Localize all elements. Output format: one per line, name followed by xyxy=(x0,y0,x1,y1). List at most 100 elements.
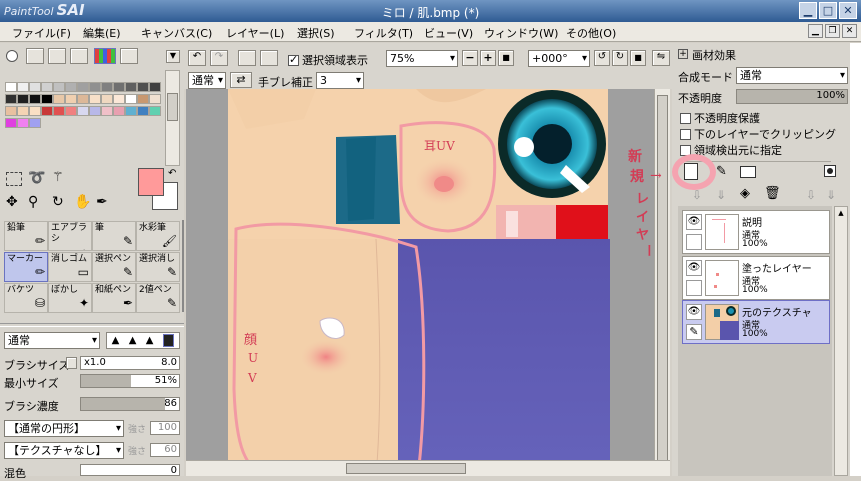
color-swatch[interactable] xyxy=(5,118,17,128)
canvas[interactable]: 耳UV 顔 U V xyxy=(186,89,670,476)
zoom-icon[interactable]: ⚲ xyxy=(28,194,50,214)
tool-eraser[interactable]: 消しゴム ▭ xyxy=(48,252,92,282)
shape-strength-slider[interactable]: 100 xyxy=(150,421,180,435)
expand-effects-icon[interactable]: + xyxy=(678,49,688,59)
hand-icon[interactable]: ✋ xyxy=(74,194,96,214)
crop-icon[interactable] xyxy=(260,50,278,66)
merge-down-icon[interactable]: ⇓ xyxy=(716,188,726,202)
menu-canvas[interactable]: キャンバス(C) xyxy=(141,25,212,41)
color-swatch[interactable] xyxy=(137,82,149,92)
color-swatch[interactable] xyxy=(89,94,101,104)
canvas-blend-select[interactable]: 通常 xyxy=(188,72,226,89)
color-swatch[interactable] xyxy=(149,106,161,116)
tool-select-pen[interactable]: 選択ペン ✎ xyxy=(92,252,136,282)
undo-icon[interactable]: ↶ xyxy=(188,50,206,66)
zoom-out-icon[interactable]: − xyxy=(462,50,478,66)
texture-select[interactable]: 【テクスチャなし】 xyxy=(4,442,124,459)
close-button[interactable]: ✕ xyxy=(839,2,857,19)
color-swatch[interactable] xyxy=(29,106,41,116)
stabilizer-select[interactable]: 3 xyxy=(316,72,364,89)
color-swatch[interactable] xyxy=(17,118,29,128)
brush-tip-hard-icon[interactable]: ▲ xyxy=(112,335,120,346)
layer-option-icon-1[interactable]: ⇩ xyxy=(806,188,816,202)
selection-display-checkbox[interactable] xyxy=(288,53,299,66)
visibility-eye-icon[interactable]: 👁 xyxy=(686,260,702,276)
brush-tip-soft-icon[interactable]: ▲ xyxy=(129,335,137,346)
tool-binary-pen[interactable]: 2値ペン ✎ xyxy=(136,283,180,313)
layer-item-painted[interactable]: 👁 塗ったレイヤー 通常 100% xyxy=(682,256,830,300)
color-swatch[interactable] xyxy=(101,94,113,104)
color-swatch[interactable] xyxy=(125,106,137,116)
color-swatch[interactable] xyxy=(101,106,113,116)
tool-watercolor[interactable]: 水彩筆 🖌 xyxy=(136,221,180,251)
rotate-left-icon[interactable]: ↺ xyxy=(594,50,610,66)
selection-display-toggle[interactable]: 選択領域表示 xyxy=(288,52,368,68)
maximize-button[interactable]: □ xyxy=(819,2,837,19)
color-swatch[interactable] xyxy=(17,106,29,116)
canvas-horizontal-scrollbar[interactable] xyxy=(186,460,670,476)
redo-icon[interactable]: ↷ xyxy=(210,50,228,66)
tool-select-eraser[interactable]: 選択消し ✎ xyxy=(136,252,180,282)
layer-list-scrollbar[interactable]: ▲ xyxy=(834,206,848,476)
brush-density-slider[interactable]: 86 xyxy=(80,397,180,411)
brush-mode-select[interactable]: 通常 xyxy=(4,332,100,349)
visibility-eye-icon[interactable]: 👁 xyxy=(686,214,702,230)
color-swatch[interactable] xyxy=(65,94,77,104)
swap-arrows-icon[interactable]: ⇄ xyxy=(230,72,252,88)
rotate-right-icon[interactable]: ↻ xyxy=(612,50,628,66)
canvas-vertical-scrollbar[interactable] xyxy=(654,89,670,475)
color-swatch[interactable] xyxy=(113,82,125,92)
blend-mode-select[interactable]: 通常 xyxy=(736,67,848,84)
layer-item-original-texture[interactable]: 👁 ✎ 元のテクスチャ 通常 100% xyxy=(682,300,830,344)
mix-slider[interactable]: 0 xyxy=(80,464,180,476)
tool-airbrush[interactable]: エアブラシ✒ xyxy=(48,221,92,251)
clipping-toggle[interactable]: 下のレイヤーでクリッピング xyxy=(680,126,836,142)
color-swatch[interactable] xyxy=(65,106,77,116)
rgb-slider-icon[interactable] xyxy=(26,48,44,64)
zoom-reset-icon[interactable]: ■ xyxy=(498,50,514,66)
color-swatch[interactable] xyxy=(77,106,89,116)
tool-pencil[interactable]: 鉛筆 ✏ xyxy=(4,221,48,251)
mdi-close-icon[interactable]: ✕ xyxy=(842,24,857,38)
menu-window[interactable]: ウィンドウ(W) xyxy=(484,25,558,41)
min-size-slider[interactable]: 51% xyxy=(80,374,180,388)
angle-select[interactable]: +000° xyxy=(528,50,590,67)
palette-menu-icon[interactable]: ▼ xyxy=(166,50,180,63)
tool-washi-pen[interactable]: 和紙ペン ✒ xyxy=(92,283,136,313)
color-swatch[interactable] xyxy=(113,94,125,104)
color-swatch[interactable] xyxy=(41,82,53,92)
new-vector-layer-icon[interactable]: ✎ xyxy=(716,164,727,179)
menu-file[interactable]: ファイル(F) xyxy=(12,25,71,41)
clipping-checkbox[interactable] xyxy=(680,129,691,140)
zoom-in-icon[interactable]: + xyxy=(480,50,496,66)
new-layer-icon[interactable] xyxy=(684,163,698,180)
zoom-select[interactable]: 75% xyxy=(386,50,458,67)
tool-bucket[interactable]: バケツ ⛁ xyxy=(4,283,48,313)
visibility-eye-icon[interactable]: 👁 xyxy=(686,304,702,320)
transfer-down-icon[interactable]: ⇩ xyxy=(692,188,702,202)
menu-view[interactable]: ビュー(V) xyxy=(424,25,473,41)
brush-tip-square-icon[interactable]: ■ xyxy=(162,334,175,347)
color-swatch[interactable] xyxy=(149,82,161,92)
color-swatch[interactable] xyxy=(5,106,17,116)
clear-layer-icon[interactable]: ◈ xyxy=(740,186,750,201)
menu-other[interactable]: その他(O) xyxy=(566,25,616,41)
color-swatch[interactable] xyxy=(137,106,149,116)
color-swatch[interactable] xyxy=(5,82,17,92)
deselect-icon[interactable] xyxy=(238,50,256,66)
mdi-minimize-icon[interactable]: ▁ xyxy=(808,24,823,38)
color-swatch[interactable] xyxy=(113,106,125,116)
color-swatch[interactable] xyxy=(149,94,161,104)
color-swatch[interactable] xyxy=(53,106,65,116)
color-swatch[interactable] xyxy=(29,82,41,92)
protect-opacity-toggle[interactable]: 不透明度保護 xyxy=(680,110,760,126)
tool-brush[interactable]: 筆 ✎ xyxy=(92,221,136,251)
layer-select-checkbox[interactable] xyxy=(686,234,702,250)
rect-select-icon[interactable] xyxy=(6,172,22,186)
hsv-slider-icon[interactable] xyxy=(48,48,66,64)
layer-option-icon-2[interactable]: ⇓ xyxy=(826,188,836,202)
menu-layer[interactable]: レイヤー(L) xyxy=(226,25,284,41)
swatch-palette-icon[interactable] xyxy=(94,48,116,64)
lasso-icon[interactable]: ➰ xyxy=(28,170,50,190)
magic-wand-icon[interactable]: ⚚ xyxy=(52,170,74,190)
